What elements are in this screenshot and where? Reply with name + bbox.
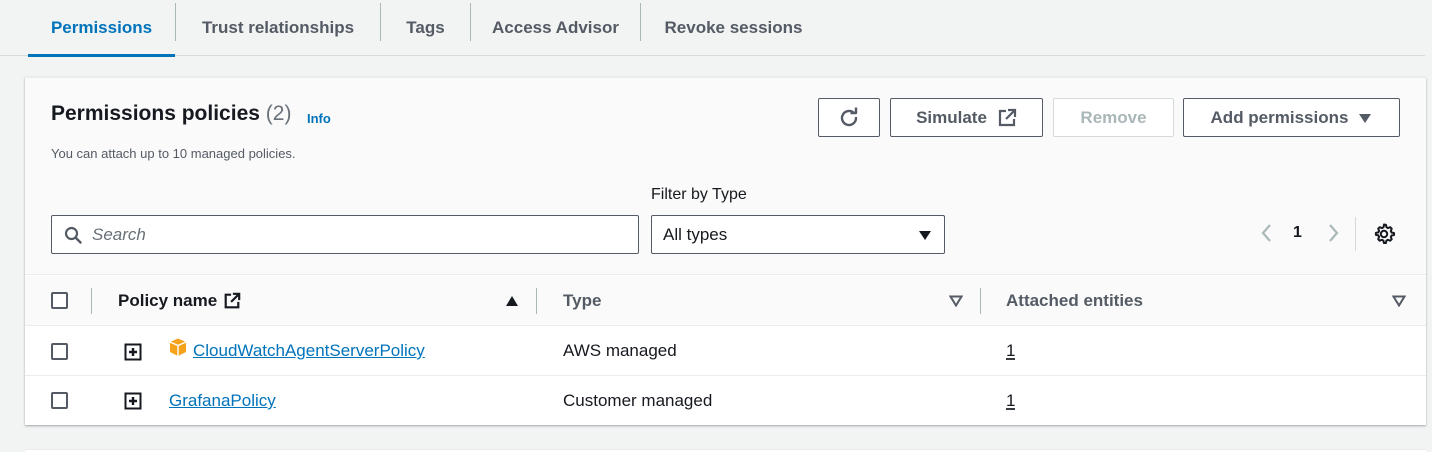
refresh-icon: [840, 107, 858, 126]
pagination-divider: [1355, 217, 1356, 251]
column-divider: [980, 288, 981, 314]
remove-button[interactable]: Remove: [1053, 98, 1174, 137]
search-input[interactable]: [92, 224, 612, 245]
policy-type-cell: AWS managed: [563, 341, 677, 360]
column-header-policy-name[interactable]: Policy name: [118, 276, 241, 326]
sort-icon[interactable]: [1392, 295, 1406, 307]
tab-access-advisor[interactable]: Access Advisor: [471, 0, 640, 56]
table-row: CloudWatchAgentServerPolicy AWS managed …: [25, 326, 1426, 376]
column-header-attached-entities[interactable]: Attached entities: [1006, 276, 1143, 326]
policy-type-cell: Customer managed: [563, 391, 713, 410]
info-link[interactable]: Info: [307, 111, 331, 126]
current-page-number[interactable]: 1: [1293, 224, 1302, 242]
expand-row-icon[interactable]: [124, 392, 142, 410]
sort-icon[interactable]: [949, 295, 963, 307]
attached-entities-header-label: Attached entities: [1006, 291, 1143, 310]
row-checkbox[interactable]: [51, 343, 68, 360]
add-permissions-label: Add permissions: [1210, 107, 1349, 127]
type-filter-value: All types: [663, 224, 728, 244]
caret-down-icon: [919, 230, 931, 240]
type-header-label: Type: [563, 291, 602, 310]
tab-label: Trust relationships: [201, 18, 355, 37]
remove-label: Remove: [1080, 107, 1147, 127]
tab-label: Revoke sessions: [664, 18, 803, 37]
table-row: GrafanaPolicy Customer managed 1: [25, 376, 1426, 426]
policy-name-link[interactable]: CloudWatchAgentServerPolicy: [193, 341, 425, 361]
settings-gear-icon[interactable]: [1372, 222, 1396, 246]
chevron-right-icon: [1329, 224, 1339, 242]
attached-entities-count[interactable]: 1: [1006, 341, 1015, 361]
filter-by-type-label: Filter by Type: [651, 186, 747, 203]
caret-down-icon: [1359, 113, 1372, 123]
permissions-policies-panel: Permissions policies (2) Info You can at…: [25, 77, 1426, 425]
sort-ascending-icon[interactable]: [505, 295, 519, 307]
policy-count: (2): [265, 102, 292, 125]
tab-permissions[interactable]: Permissions: [28, 0, 175, 57]
tab-bar: Permissions Trust relationships Tags Acc…: [0, 0, 1425, 57]
policy-name-cell: CloudWatchAgentServerPolicy: [193, 326, 425, 376]
tab-trust-relationships[interactable]: Trust relationships: [176, 0, 380, 56]
column-divider: [91, 288, 92, 314]
tab-revoke-sessions[interactable]: Revoke sessions: [641, 0, 826, 56]
previous-page-button[interactable]: [1256, 220, 1276, 246]
tab-label: Tags: [406, 18, 445, 37]
attached-entities-cell: 1: [1006, 376, 1015, 426]
next-page-button[interactable]: [1324, 220, 1344, 246]
type-filter-select[interactable]: All types: [651, 215, 945, 254]
expand-row-icon[interactable]: [124, 343, 142, 361]
select-all-checkbox[interactable]: [51, 292, 68, 309]
search-box: [51, 215, 639, 254]
column-header-type[interactable]: Type: [563, 276, 601, 326]
row-checkbox[interactable]: [51, 392, 68, 409]
attached-entities-count[interactable]: 1: [1006, 391, 1015, 411]
search-icon: [64, 226, 82, 244]
aws-managed-policy-icon: [169, 338, 187, 356]
attached-entities-cell: 1: [1006, 326, 1015, 376]
external-link-icon: [224, 292, 241, 309]
simulate-label: Simulate: [916, 107, 987, 127]
add-permissions-button[interactable]: Add permissions: [1183, 98, 1400, 137]
table-header: Policy name Type Attached entities: [25, 276, 1426, 326]
tab-tags[interactable]: Tags: [381, 0, 470, 56]
external-link-icon: [998, 108, 1017, 126]
refresh-button[interactable]: [818, 98, 880, 137]
tab-label: Permissions: [50, 18, 153, 37]
policy-name-link[interactable]: GrafanaPolicy: [169, 391, 276, 411]
panel-subtitle: You can attach up to 10 managed policies…: [51, 146, 296, 161]
panel-title: Permissions policies (2): [51, 102, 291, 126]
panel-title-text: Permissions policies: [51, 102, 260, 125]
policy-name-cell: GrafanaPolicy: [169, 376, 276, 426]
tab-label: Access Advisor: [492, 18, 619, 37]
policy-name-header-label: Policy name: [118, 291, 218, 310]
chevron-left-icon: [1261, 224, 1271, 242]
panel-header: Permissions policies (2) Info You can at…: [25, 78, 1426, 275]
column-divider: [536, 288, 537, 314]
simulate-button[interactable]: Simulate: [890, 98, 1043, 137]
